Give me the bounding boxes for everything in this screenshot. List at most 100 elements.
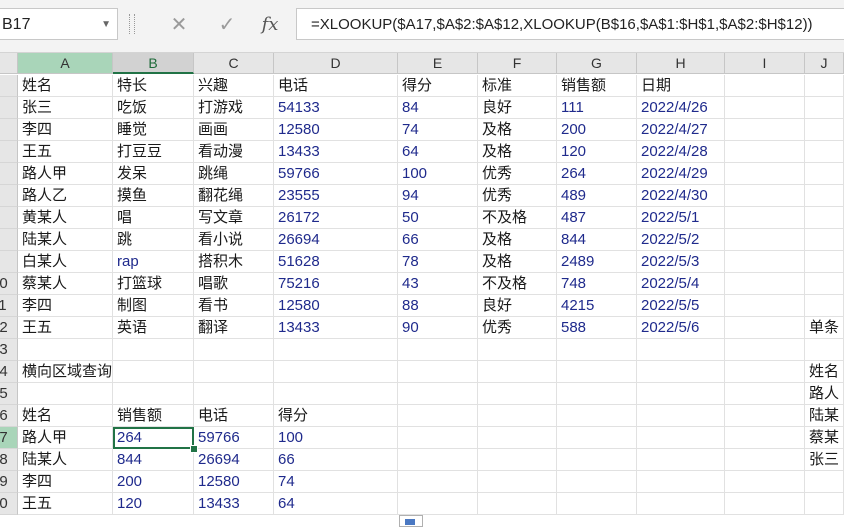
cell-c9[interactable]: 搭积木: [194, 251, 274, 273]
cell-j3[interactable]: [805, 119, 844, 141]
cell-e19[interactable]: [398, 471, 478, 493]
cell-c13[interactable]: [194, 339, 274, 361]
cell-g15[interactable]: [557, 383, 637, 405]
cell-j15[interactable]: 路人: [805, 383, 844, 405]
cell-a10[interactable]: 蔡某人: [18, 273, 113, 295]
row-header-18[interactable]: 18: [0, 449, 18, 471]
cell-e18[interactable]: [398, 449, 478, 471]
cell-j2[interactable]: [805, 97, 844, 119]
cell-e11[interactable]: 88: [398, 295, 478, 317]
formula-bar-grip[interactable]: [129, 14, 135, 34]
column-header-a[interactable]: A: [18, 53, 113, 74]
cell-e12[interactable]: 90: [398, 317, 478, 339]
cell-d6[interactable]: 23555: [274, 185, 398, 207]
cell-i1[interactable]: [725, 75, 805, 97]
cell-d18[interactable]: 66: [274, 449, 398, 471]
cell-b14[interactable]: [113, 361, 194, 383]
cell-c4[interactable]: 看动漫: [194, 141, 274, 163]
cell-d3[interactable]: 12580: [274, 119, 398, 141]
cell-g3[interactable]: 200: [557, 119, 637, 141]
cell-i13[interactable]: [725, 339, 805, 361]
row-header-14[interactable]: 14: [0, 361, 18, 383]
cell-g9[interactable]: 2489: [557, 251, 637, 273]
cell-i12[interactable]: [725, 317, 805, 339]
cell-c8[interactable]: 看小说: [194, 229, 274, 251]
row-header-15[interactable]: 15: [0, 383, 18, 405]
cell-a11[interactable]: 李四: [18, 295, 113, 317]
cell-h13[interactable]: [637, 339, 725, 361]
cell-j18[interactable]: 张三: [805, 449, 844, 471]
cell-c7[interactable]: 写文章: [194, 207, 274, 229]
cell-j4[interactable]: [805, 141, 844, 163]
cell-c19[interactable]: 12580: [194, 471, 274, 493]
cell-e10[interactable]: 43: [398, 273, 478, 295]
cell-e6[interactable]: 94: [398, 185, 478, 207]
cell-a16[interactable]: 姓名: [18, 405, 113, 427]
formula-input[interactable]: =XLOOKUP($A17,$A$2:$A$12,XLOOKUP(B$16,$A…: [296, 8, 844, 40]
cell-f11[interactable]: 良好: [478, 295, 557, 317]
cell-b2[interactable]: 吃饭: [113, 97, 194, 119]
cell-g6[interactable]: 489: [557, 185, 637, 207]
cell-f7[interactable]: 不及格: [478, 207, 557, 229]
cell-b19[interactable]: 200: [113, 471, 194, 493]
cell-f3[interactable]: 及格: [478, 119, 557, 141]
cell-e20[interactable]: [398, 493, 478, 515]
cell-c16[interactable]: 电话: [194, 405, 274, 427]
row-header-7[interactable]: 7: [0, 207, 18, 229]
cell-f9[interactable]: 及格: [478, 251, 557, 273]
row-header-2[interactable]: 2: [0, 97, 18, 119]
cell-g10[interactable]: 748: [557, 273, 637, 295]
cell-d15[interactable]: [274, 383, 398, 405]
cell-a9[interactable]: 白某人: [18, 251, 113, 273]
cell-a1[interactable]: 姓名: [18, 75, 113, 97]
cell-b3[interactable]: 睡觉: [113, 119, 194, 141]
cell-a15[interactable]: [18, 383, 113, 405]
cell-d2[interactable]: 54133: [274, 97, 398, 119]
cell-e7[interactable]: 50: [398, 207, 478, 229]
cell-j14[interactable]: 姓名: [805, 361, 844, 383]
cell-h16[interactable]: [637, 405, 725, 427]
row-header-17[interactable]: 17: [0, 427, 18, 449]
cell-c17[interactable]: 59766: [194, 427, 274, 449]
cell-d11[interactable]: 12580: [274, 295, 398, 317]
row-header-20[interactable]: 20: [0, 493, 18, 515]
cell-f5[interactable]: 优秀: [478, 163, 557, 185]
cell-a3[interactable]: 李四: [18, 119, 113, 141]
cell-i17[interactable]: [725, 427, 805, 449]
cell-j6[interactable]: [805, 185, 844, 207]
cell-e2[interactable]: 84: [398, 97, 478, 119]
cell-d13[interactable]: [274, 339, 398, 361]
cell-h12[interactable]: 2022/5/6: [637, 317, 725, 339]
cell-h10[interactable]: 2022/5/4: [637, 273, 725, 295]
cell-d9[interactable]: 51628: [274, 251, 398, 273]
cell-c20[interactable]: 13433: [194, 493, 274, 515]
quick-analysis-icon[interactable]: [399, 515, 423, 527]
cell-h1[interactable]: 日期: [637, 75, 725, 97]
cell-i5[interactable]: [725, 163, 805, 185]
row-header-16[interactable]: 16: [0, 405, 18, 427]
column-header-e[interactable]: E: [398, 53, 478, 74]
row-header-3[interactable]: 3: [0, 119, 18, 141]
cell-c18[interactable]: 26694: [194, 449, 274, 471]
cell-i6[interactable]: [725, 185, 805, 207]
column-header-j[interactable]: J: [805, 53, 844, 74]
cell-b15[interactable]: [113, 383, 194, 405]
cell-b4[interactable]: 打豆豆: [113, 141, 194, 163]
cell-i4[interactable]: [725, 141, 805, 163]
cell-g14[interactable]: [557, 361, 637, 383]
cell-d19[interactable]: 74: [274, 471, 398, 493]
cell-e1[interactable]: 得分: [398, 75, 478, 97]
cell-h19[interactable]: [637, 471, 725, 493]
cell-g12[interactable]: 588: [557, 317, 637, 339]
cell-b17[interactable]: 264: [113, 427, 194, 449]
cell-i3[interactable]: [725, 119, 805, 141]
cell-b8[interactable]: 跳: [113, 229, 194, 251]
cell-e15[interactable]: [398, 383, 478, 405]
cell-i18[interactable]: [725, 449, 805, 471]
cell-j12[interactable]: 单条: [805, 317, 844, 339]
cell-h7[interactable]: 2022/5/1: [637, 207, 725, 229]
cell-h5[interactable]: 2022/4/29: [637, 163, 725, 185]
cell-a14[interactable]: 横向区域查询: [18, 361, 113, 383]
cell-d5[interactable]: 59766: [274, 163, 398, 185]
cell-a20[interactable]: 王五: [18, 493, 113, 515]
